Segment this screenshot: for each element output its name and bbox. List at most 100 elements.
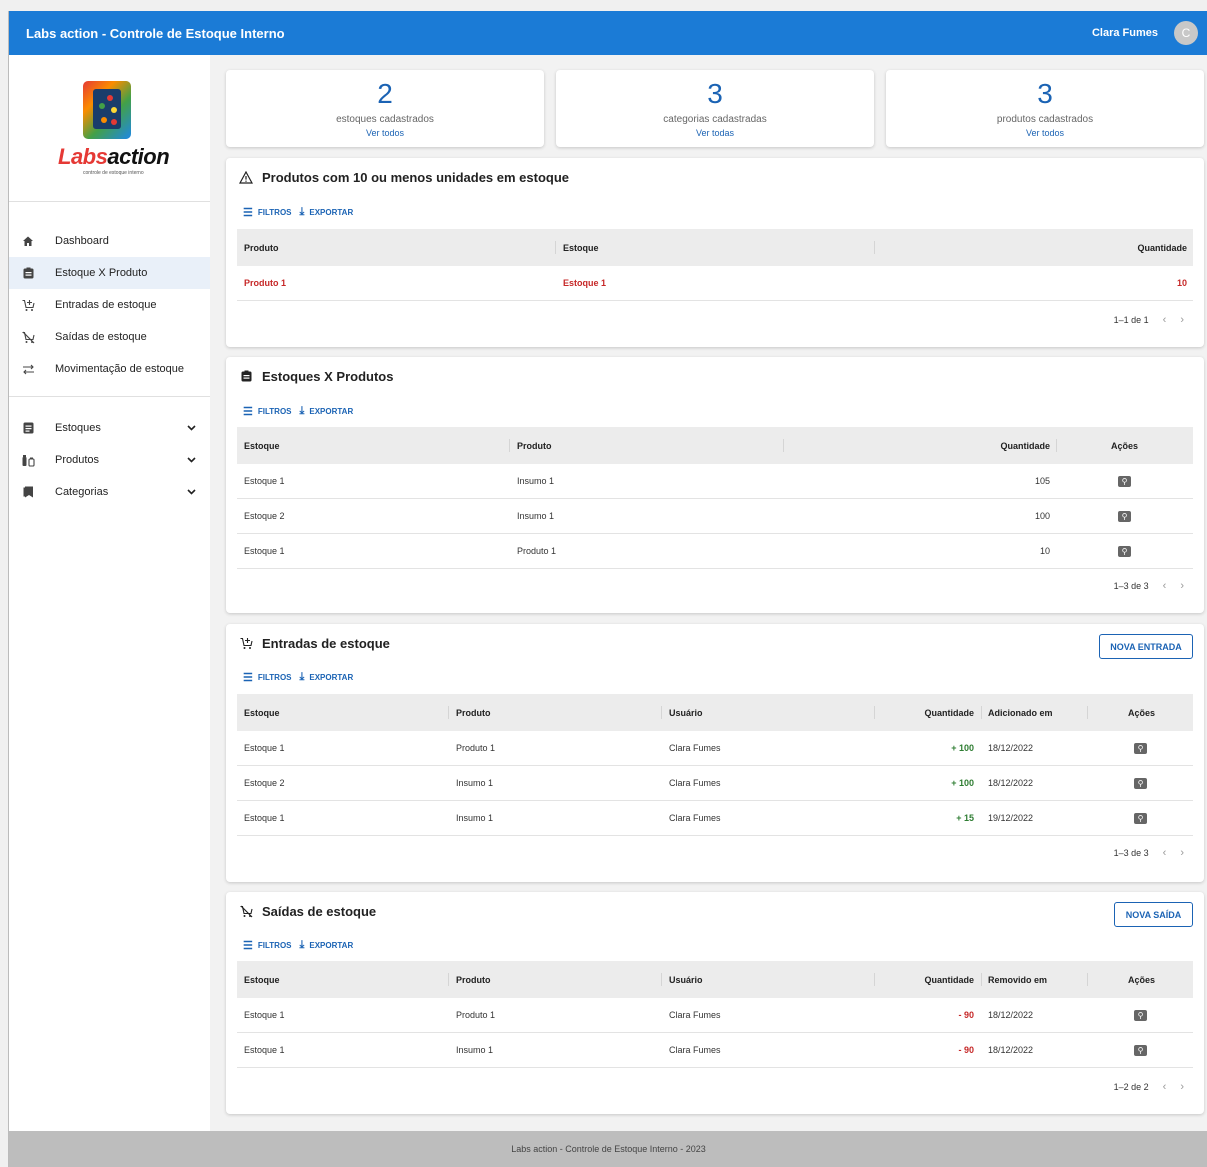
export-button[interactable]: ⤓ EXPORTAR — [300, 206, 354, 219]
filters-button[interactable]: ☰ FILTROS — [243, 206, 292, 219]
filters-button[interactable]: ☰ FILTROS — [243, 671, 292, 684]
cart-remove-icon — [238, 903, 254, 919]
table-row[interactable]: Estoque 1 Insumo 1 105 ⚲ — [237, 464, 1193, 499]
column-header[interactable]: Usuário — [669, 694, 703, 731]
next-page-icon[interactable]: › — [1180, 580, 1184, 592]
logo: Labsaction controle de estoque interno — [53, 81, 170, 181]
prev-page-icon[interactable]: ‹ — [1163, 580, 1167, 592]
table-row[interactable]: Estoque 1 Insumo 1 Clara Fumes - 90 18/1… — [237, 1033, 1193, 1068]
cell-estoque: Estoque 1 — [244, 476, 285, 486]
pagination: 1–3 de 3 ‹ › — [1114, 580, 1184, 592]
sidebar-item-estoque-x-produto[interactable]: Estoque X Produto — [9, 257, 210, 289]
prev-page-icon[interactable]: ‹ — [1163, 314, 1167, 326]
sidebar-item-saidas[interactable]: Saídas de estoque — [9, 321, 210, 353]
next-page-icon[interactable]: › — [1180, 1081, 1184, 1093]
column-header[interactable]: Produto — [456, 961, 491, 998]
sidebar-item-label: Saídas de estoque — [55, 331, 147, 343]
new-exit-button[interactable]: NOVA SAÍDA — [1114, 902, 1193, 927]
sidebar-item-entradas[interactable]: Entradas de estoque — [9, 289, 210, 321]
column-separator — [509, 439, 510, 452]
column-header[interactable]: Ações — [1128, 694, 1155, 731]
export-button[interactable]: ⤓ EXPORTAR — [300, 671, 354, 684]
warning-icon — [238, 169, 254, 185]
user-name[interactable]: Clara Fumes — [1092, 27, 1158, 39]
sidebar-item-label: Entradas de estoque — [55, 299, 157, 311]
column-separator — [1087, 973, 1088, 986]
next-page-icon[interactable]: › — [1180, 314, 1184, 326]
chevron-down-icon[interactable] — [187, 455, 196, 466]
table-row[interactable]: Estoque 1 Produto 1 Clara Fumes + 100 18… — [237, 731, 1193, 766]
avatar[interactable]: C — [1174, 21, 1198, 45]
table-row[interactable]: Estoque 2 Insumo 1 Clara Fumes + 100 18/… — [237, 766, 1193, 801]
card-title-text: Entradas de estoque — [262, 635, 390, 651]
sidebar-item-movimentacao[interactable]: Movimentação de estoque — [9, 353, 210, 385]
column-header[interactable]: Produto — [517, 427, 552, 464]
column-header[interactable]: Produto — [456, 694, 491, 731]
column-header[interactable]: Adicionado em — [988, 694, 1053, 731]
cell-quantidade: 105 — [1034, 476, 1050, 486]
table-header: Produto Estoque Quantidade — [237, 229, 1193, 266]
column-header[interactable]: Quantidade — [1000, 427, 1050, 464]
view-button[interactable]: ⚲ — [1118, 499, 1131, 533]
cell-produto: Insumo 1 — [456, 778, 494, 788]
filter-icon: ☰ — [243, 406, 253, 418]
stat-link[interactable]: Ver todos — [886, 128, 1204, 138]
column-separator — [555, 241, 556, 254]
export-button[interactable]: ⤓ EXPORTAR — [300, 939, 354, 952]
stat-label: estoques cadastrados — [336, 114, 434, 125]
stat-link[interactable]: Ver todas — [556, 128, 874, 138]
column-header[interactable]: Removido em — [988, 961, 1047, 998]
cell-usuario: Clara Fumes — [669, 1045, 721, 1055]
chevron-down-icon[interactable] — [187, 423, 196, 434]
column-header[interactable]: Estoque — [244, 694, 280, 731]
table-row[interactable]: Estoque 1 Produto 1 Clara Fumes - 90 18/… — [237, 998, 1193, 1033]
pagination: 1–3 de 3 ‹ › — [1114, 847, 1184, 859]
column-header[interactable]: Ações — [1128, 961, 1155, 998]
search-icon: ⚲ — [1134, 812, 1147, 824]
sidebar-group-estoques[interactable]: Estoques — [9, 412, 210, 444]
table-row[interactable]: Estoque 2 Insumo 1 100 ⚲ — [237, 499, 1193, 534]
stat-link[interactable]: Ver todos — [226, 128, 544, 138]
view-button[interactable]: ⚲ — [1134, 766, 1147, 800]
view-button[interactable]: ⚲ — [1134, 1033, 1147, 1067]
sidebar-item-label: Movimentação de estoque — [55, 363, 185, 375]
view-button[interactable]: ⚲ — [1118, 464, 1131, 498]
sidebar-group-produtos[interactable]: Produtos — [9, 444, 210, 476]
table-row[interactable]: Estoque 1 Produto 1 10 ⚲ — [237, 534, 1193, 569]
column-header[interactable]: Estoque — [244, 961, 280, 998]
column-header[interactable]: Produto — [244, 229, 279, 266]
view-button[interactable]: ⚲ — [1118, 534, 1131, 568]
new-entry-button[interactable]: NOVA ENTRADA — [1099, 634, 1193, 659]
filter-icon: ☰ — [243, 940, 253, 952]
chevron-down-icon[interactable] — [187, 487, 196, 498]
sidebar-group-categorias[interactable]: Categorias — [9, 476, 210, 508]
view-button[interactable]: ⚲ — [1134, 801, 1147, 835]
column-header[interactable]: Estoque — [563, 229, 599, 266]
column-header[interactable]: Quantidade — [924, 961, 974, 998]
table-row[interactable]: Estoque 1 Insumo 1 Clara Fumes + 15 19/1… — [237, 801, 1193, 836]
search-icon: ⚲ — [1134, 742, 1147, 754]
next-page-icon[interactable]: › — [1180, 847, 1184, 859]
logo-tile — [83, 81, 131, 139]
export-button[interactable]: ⤓ EXPORTAR — [300, 405, 354, 418]
filters-button[interactable]: ☰ FILTROS — [243, 939, 292, 952]
sidebar-item-dashboard[interactable]: Dashboard — [9, 225, 210, 257]
sidebar-item-label: Categorias — [55, 486, 109, 498]
table-row[interactable]: Produto 1 Estoque 1 10 — [237, 266, 1193, 301]
prev-page-icon[interactable]: ‹ — [1163, 1081, 1167, 1093]
column-header[interactable]: Ações — [1111, 427, 1138, 464]
stat-card-produtos: 3 produtos cadastrados Ver todos — [886, 70, 1204, 147]
prev-page-icon[interactable]: ‹ — [1163, 847, 1167, 859]
column-header[interactable]: Quantidade — [924, 694, 974, 731]
view-button[interactable]: ⚲ — [1134, 731, 1147, 765]
column-header[interactable]: Estoque — [244, 427, 280, 464]
cell-quantidade: 10 — [1176, 278, 1187, 288]
cell-estoque: Estoque 1 — [244, 813, 285, 823]
cell-usuario: Clara Fumes — [669, 813, 721, 823]
sidebar-item-label: Estoques — [55, 422, 101, 434]
view-button[interactable]: ⚲ — [1134, 998, 1147, 1032]
filters-button[interactable]: ☰ FILTROS — [243, 405, 292, 418]
cell-quantidade: + 15 — [956, 813, 974, 823]
column-header[interactable]: Quantidade — [1137, 229, 1187, 266]
column-header[interactable]: Usuário — [669, 961, 703, 998]
